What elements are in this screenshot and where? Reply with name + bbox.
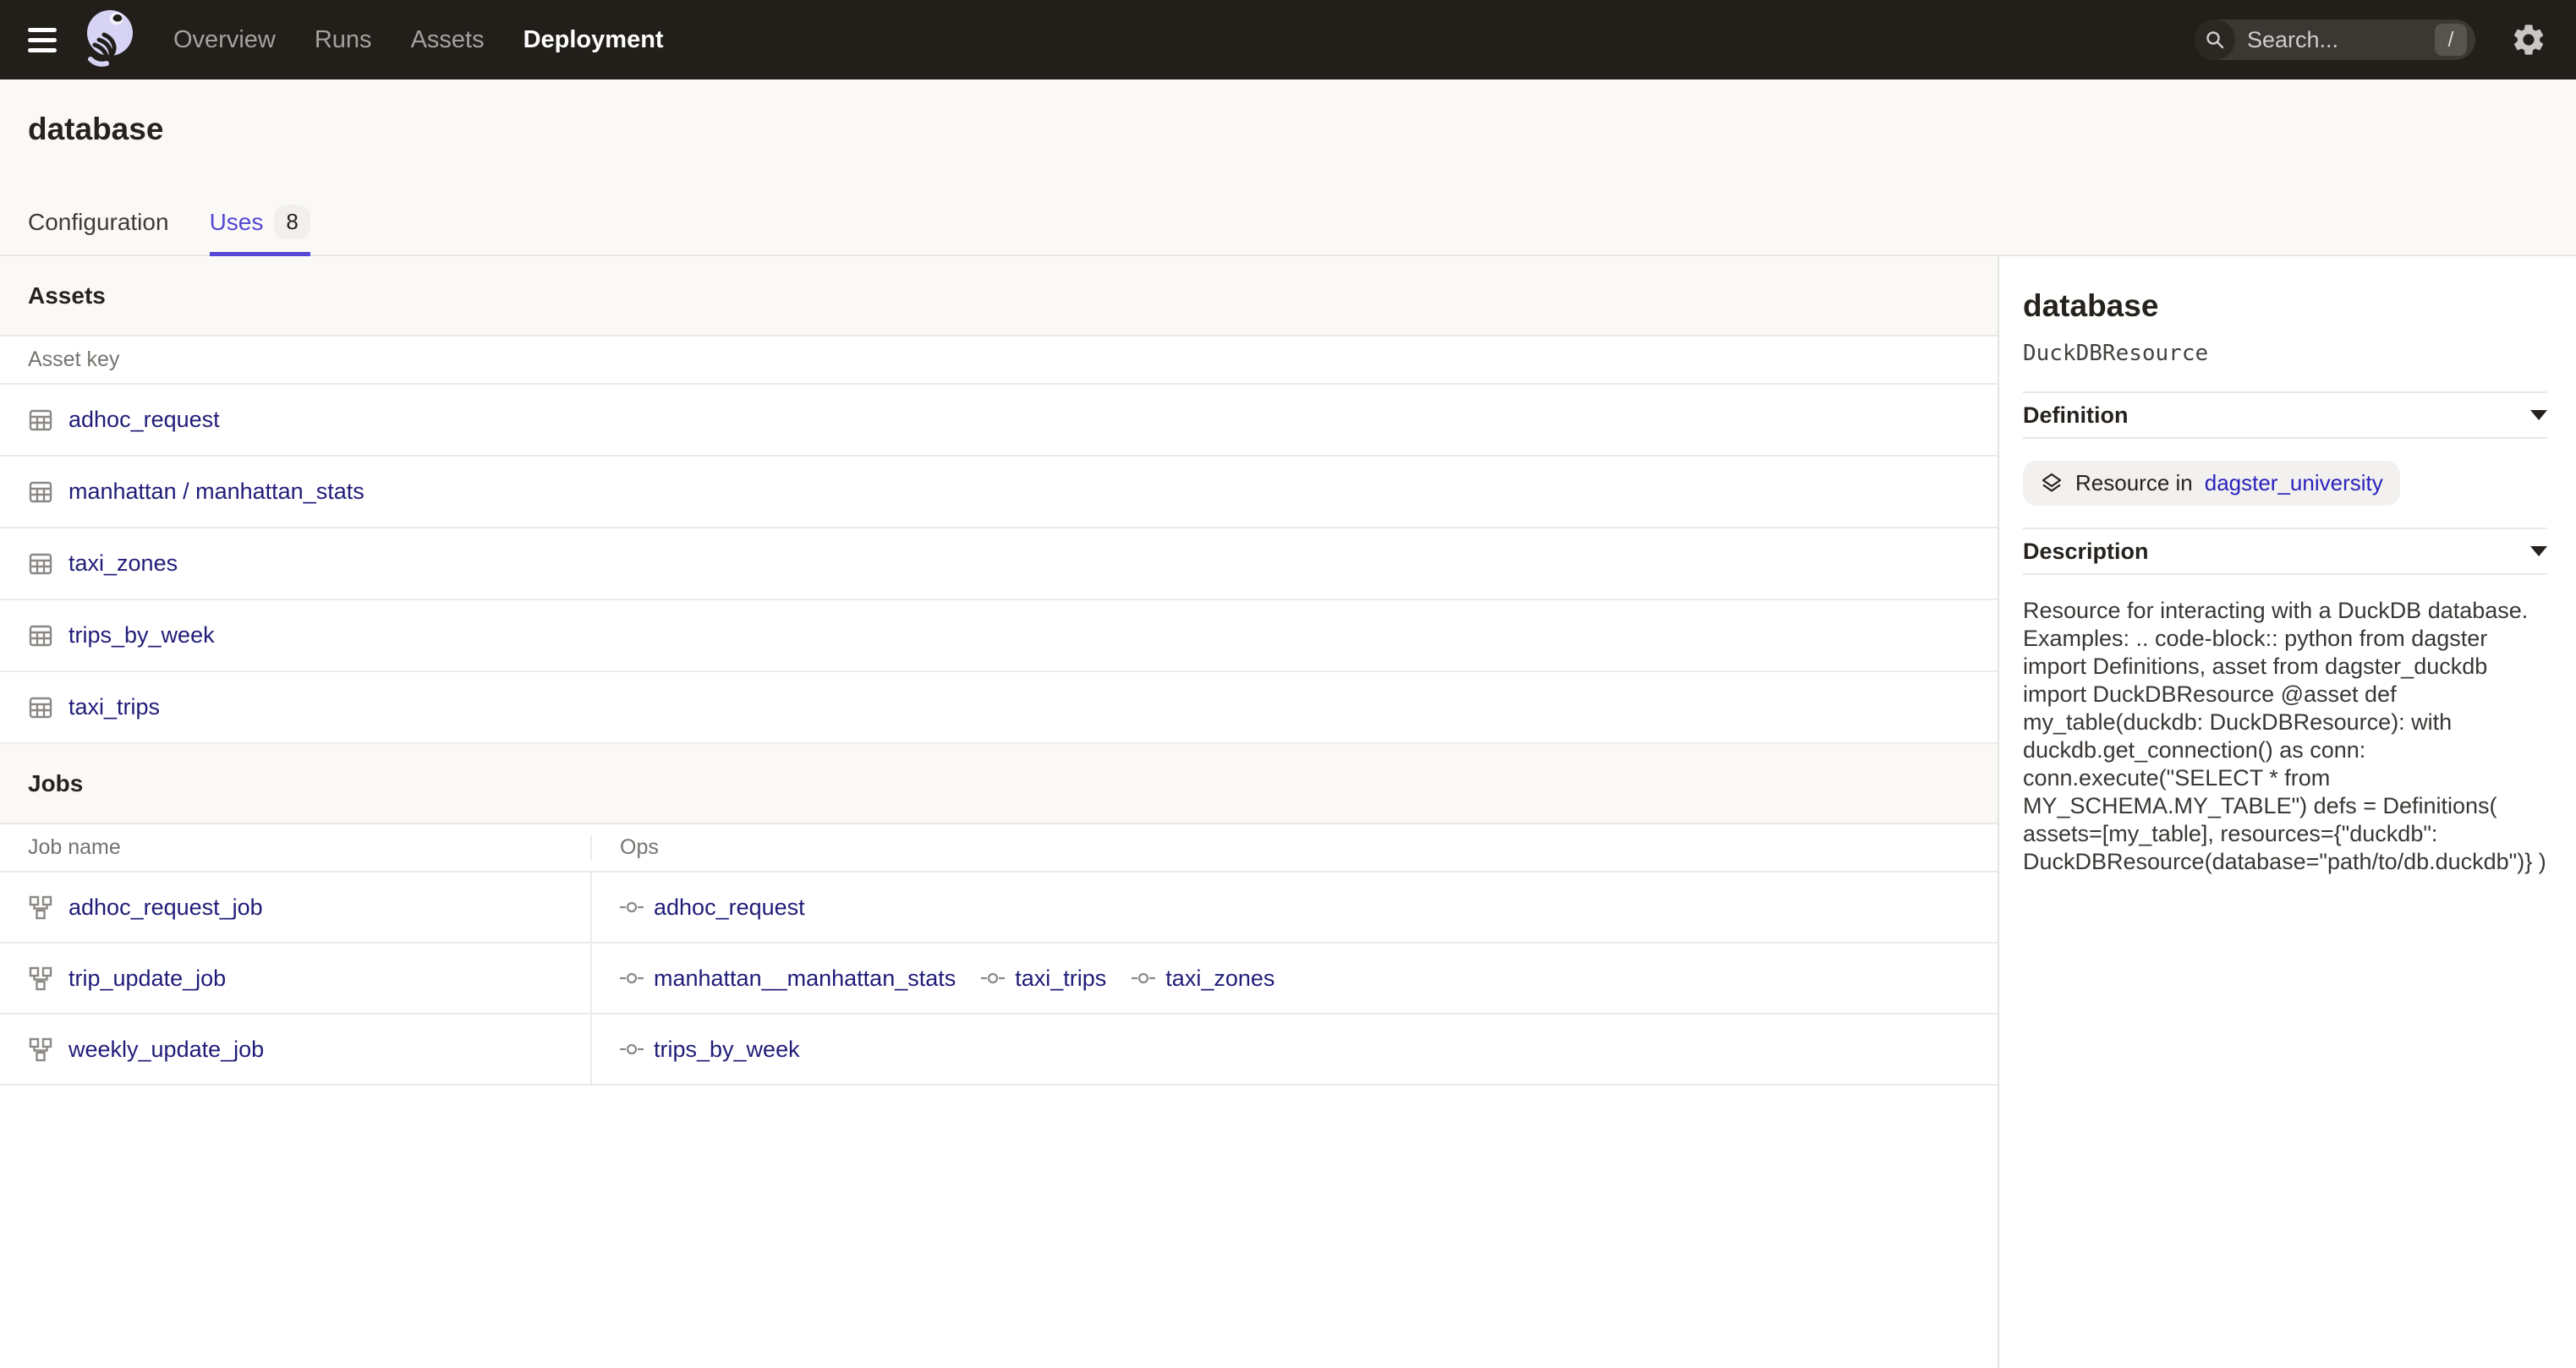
job-link[interactable]: adhoc_request_job [69, 895, 263, 921]
table-row: manhattan / manhattan_stats [0, 457, 1998, 528]
nav-item-assets[interactable]: Assets [411, 26, 485, 54]
uses-main: Assets Asset key adhoc_request [0, 256, 1999, 1368]
table-row: trip_update_job manhattan__manhattan_sta… [0, 944, 1998, 1015]
tab-uses-label: Uses [210, 209, 264, 236]
caret-down-icon [2530, 410, 2547, 420]
topnav-right: / [2195, 19, 2548, 60]
dagster-app: Overview Runs Assets Deployment / [0, 0, 2576, 1368]
job-sitemap-icon [28, 966, 53, 991]
op-link[interactable]: manhattan__manhattan_stats [654, 966, 956, 992]
jobs-section-title: Jobs [28, 770, 83, 797]
op-link[interactable]: adhoc_request [654, 895, 805, 921]
asset-link[interactable]: taxi_trips [69, 694, 160, 720]
primary-nav: Overview Runs Assets Deployment [173, 26, 664, 54]
nav-item-runs[interactable]: Runs [315, 26, 372, 54]
assets-column-headers: Asset key [0, 337, 1998, 385]
op-icon [620, 900, 644, 914]
top-nav: Overview Runs Assets Deployment / [0, 0, 2576, 79]
panel-resource-type: DuckDBResource [2023, 341, 2547, 366]
job-name-column-header: Job name [0, 835, 592, 860]
asset-table-icon [28, 479, 53, 505]
op-link[interactable]: taxi_trips [1015, 966, 1106, 992]
settings-gear-icon[interactable] [2509, 20, 2548, 59]
description-section-header[interactable]: Description [2023, 528, 2547, 575]
op-icon [620, 1042, 644, 1056]
panel-title: database [2023, 288, 2547, 324]
search-shortcut-badge: / [2435, 24, 2467, 56]
ops-column-header: Ops [592, 835, 1998, 860]
jobs-column-headers: Job name Ops [0, 824, 1998, 873]
asset-link[interactable]: manhattan / manhattan_stats [69, 479, 364, 505]
menu-icon[interactable] [28, 28, 57, 52]
definition-section-content: Resource in dagster_university [2023, 439, 2547, 528]
table-row: taxi_trips [0, 672, 1998, 744]
assets-section-title: Assets [28, 282, 106, 309]
search-icon [2195, 19, 2235, 60]
search-bar[interactable]: / [2195, 19, 2475, 60]
resource-detail-panel: database DuckDBResource Definition Resou… [1999, 256, 2576, 1368]
table-row: adhoc_request_job adhoc_request [0, 873, 1998, 944]
asset-link[interactable]: trips_by_week [69, 622, 215, 648]
asset-table-icon [28, 551, 53, 577]
layers-icon [2040, 472, 2064, 495]
description-section-label: Description [2023, 539, 2149, 565]
asset-link[interactable]: adhoc_request [69, 407, 220, 433]
job-link[interactable]: weekly_update_job [69, 1037, 264, 1063]
tab-configuration-label: Configuration [28, 209, 169, 236]
asset-key-column-header: Asset key [0, 347, 119, 372]
op-link[interactable]: trips_by_week [654, 1037, 800, 1063]
caret-down-icon [2530, 546, 2547, 556]
asset-link[interactable]: taxi_zones [69, 550, 178, 577]
code-location-link[interactable]: dagster_university [2205, 470, 2383, 496]
asset-table-icon [28, 408, 53, 433]
op-icon [620, 971, 644, 985]
job-link[interactable]: trip_update_job [69, 966, 226, 992]
nav-item-overview[interactable]: Overview [173, 26, 276, 54]
table-row: taxi_zones [0, 528, 1998, 600]
jobs-section-header: Jobs [0, 744, 1998, 824]
resource-origin-prefix: Resource in [2075, 470, 2193, 496]
definition-section-header[interactable]: Definition [2023, 391, 2547, 439]
table-row: adhoc_request [0, 385, 1998, 457]
content: Assets Asset key adhoc_request [0, 256, 2576, 1368]
resource-origin-badge: Resource in dagster_university [2023, 461, 2400, 506]
definition-section-label: Definition [2023, 402, 2128, 429]
tab-bar: Configuration Uses 8 [0, 205, 2576, 256]
op-link[interactable]: taxi_zones [1165, 966, 1274, 992]
resource-description: Resource for interacting with a DuckDB d… [2023, 575, 2547, 876]
page-title: database [0, 79, 2576, 147]
job-sitemap-icon [28, 895, 53, 920]
dagster-logo-icon[interactable] [82, 6, 136, 74]
page-header: database Configuration Uses 8 [0, 79, 2576, 256]
job-sitemap-icon [28, 1037, 53, 1062]
tab-uses-count-badge: 8 [274, 205, 310, 239]
nav-item-deployment[interactable]: Deployment [523, 26, 664, 54]
assets-section-header: Assets [0, 256, 1998, 337]
tab-configuration[interactable]: Configuration [28, 205, 169, 256]
table-row: trips_by_week [0, 600, 1998, 672]
op-icon [1132, 971, 1155, 985]
search-input[interactable] [2247, 27, 2435, 53]
asset-table-icon [28, 623, 53, 648]
asset-table-icon [28, 695, 53, 720]
tab-uses[interactable]: Uses 8 [210, 205, 310, 256]
op-icon [981, 971, 1005, 985]
table-row: weekly_update_job trips_by_week [0, 1015, 1998, 1086]
